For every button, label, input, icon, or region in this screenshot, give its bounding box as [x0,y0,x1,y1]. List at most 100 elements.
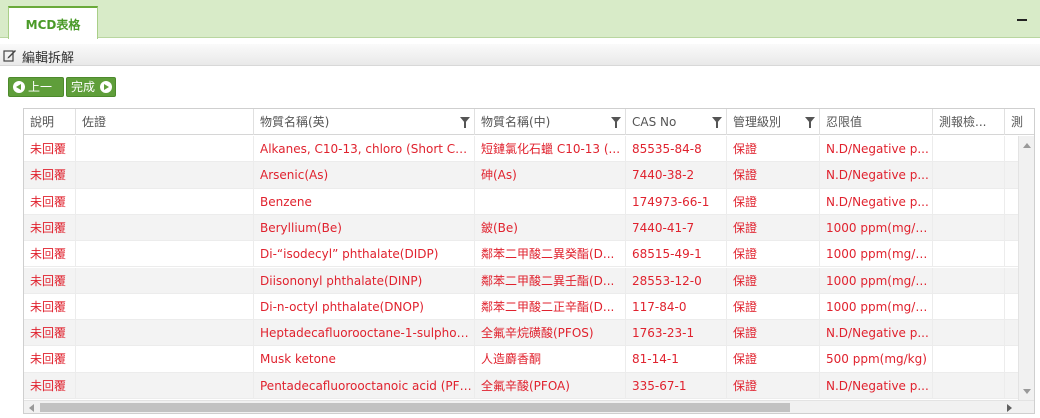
cell-substance-en[interactable]: Benzene [254,188,475,215]
table-row[interactable]: 未回覆 Benzene 174973-66-1 保證 N.D/Negative p... [24,188,1020,215]
cell-substance-zh[interactable]: 鄰苯二甲酸二正辛酯(D... [475,293,626,320]
cell-cas-no[interactable]: 81-14-1 [626,346,727,373]
col-header-test-report[interactable]: 測報檢... [933,109,1005,135]
cell-limit[interactable]: 1000 ppm(mg/kg) [820,214,933,241]
cell-limit[interactable]: N.D/Negative p... [820,320,933,347]
cell-test-report[interactable] [933,320,1005,347]
cell-description[interactable]: 未回覆 [24,267,76,294]
cell-test-report[interactable] [933,136,1005,162]
cell-evidence[interactable] [76,267,254,294]
filter-icon[interactable] [712,117,722,128]
cell-control-level[interactable]: 保證 [727,346,820,373]
cell-description[interactable]: 未回覆 [24,162,76,189]
cell-cas-no[interactable]: 7440-41-7 [626,214,727,241]
cell-test-report[interactable] [933,267,1005,294]
table-row[interactable]: 未回覆 Beryllium(Be) 鈹(Be) 7440-41-7 保證 1000 ppm… [24,214,1020,242]
cell-limit[interactable]: N.D/Negative p... [820,162,933,189]
table-row[interactable]: 未回覆 Di-“isodecyl” phthalate(DIDP) 鄰苯二甲酸二異癸… [24,241,1020,268]
cell-substance-en[interactable]: Musk ketone [254,346,475,373]
cell-control-level[interactable]: 保證 [727,293,820,320]
scroll-up-icon[interactable] [1023,143,1031,148]
cell-control-level[interactable]: 保證 [727,162,820,189]
cell-evidence[interactable] [76,346,254,373]
cell-control-level[interactable]: 保證 [727,241,820,268]
cell-substance-zh[interactable]: 砷(As) [475,162,626,189]
col-header-cas-no[interactable]: CAS No [626,109,727,135]
col-header-limit[interactable]: 忍限值 [820,109,933,135]
horizontal-scrollbar[interactable] [24,400,1034,413]
col-header-overflow[interactable]: 測 [1005,109,1034,135]
cell-substance-zh[interactable]: 短鏈氯化石蠟 C10-13 (... [475,136,626,162]
cell-cas-no[interactable]: 28553-12-0 [626,267,727,294]
cell-cas-no[interactable]: 68515-49-1 [626,241,727,268]
cell-cas-no[interactable]: 117-84-0 [626,293,727,320]
minimize-icon[interactable] [1012,11,1034,29]
cell-test-report[interactable] [933,372,1005,399]
cell-cas-no[interactable]: 174973-66-1 [626,188,727,215]
cell-evidence[interactable] [76,136,254,162]
vertical-scrollbar[interactable] [1018,136,1034,401]
table-row[interactable]: 未回覆 Pentadecafluorooctanoic acid (PFOA) 全氟… [24,372,1020,399]
cell-substance-zh[interactable]: 人造麝香酮 [475,346,626,373]
cell-cas-no[interactable]: 335-67-1 [626,372,727,399]
cell-substance-en[interactable]: Pentadecafluorooctanoic acid (PFOA) [254,372,475,399]
filter-icon[interactable] [805,117,815,128]
table-row[interactable]: 未回覆 Di-n-octyl phthalate(DNOP) 鄰苯二甲酸二正辛酯(D… [24,293,1020,321]
cell-evidence[interactable] [76,241,254,268]
cell-cas-no[interactable]: 7440-38-2 [626,162,727,189]
cell-test-report[interactable] [933,214,1005,241]
cell-control-level[interactable]: 保證 [727,136,820,162]
cell-control-level[interactable]: 保證 [727,188,820,215]
cell-substance-zh[interactable]: 全氟辛烷磺酸(PFOS) [475,320,626,347]
cell-test-report[interactable] [933,241,1005,268]
cell-cas-no[interactable]: 85535-84-8 [626,136,727,162]
cell-description[interactable]: 未回覆 [24,214,76,241]
table-row[interactable]: 未回覆 Musk ketone 人造麝香酮 81-14-1 保證 500 ppm(mg/k… [24,346,1020,373]
scroll-thumb[interactable] [40,403,790,412]
cell-control-level[interactable]: 保證 [727,320,820,347]
cell-evidence[interactable] [76,293,254,320]
cell-evidence[interactable] [76,320,254,347]
cell-control-level[interactable]: 保證 [727,267,820,294]
cell-substance-zh[interactable]: 鈹(Be) [475,214,626,241]
cell-cas-no[interactable]: 1763-23-1 [626,320,727,347]
cell-test-report[interactable] [933,293,1005,320]
cell-limit[interactable]: N.D/Negative p... [820,188,933,215]
cell-substance-en[interactable]: Diisononyl phthalate(DINP) [254,267,475,294]
col-header-evidence[interactable]: 佐證 [76,109,254,135]
cell-description[interactable]: 未回覆 [24,241,76,268]
cell-substance-en[interactable]: Arsenic(As) [254,162,475,189]
cell-evidence[interactable] [76,162,254,189]
cell-substance-zh[interactable]: 全氟辛酸(PFOA) [475,372,626,399]
cell-description[interactable]: 未回覆 [24,320,76,347]
cell-substance-en[interactable]: Heptadecafluorooctane-1-sulphonic ... [254,320,475,347]
cell-limit[interactable]: 1000 ppm(mg/kg) [820,293,933,320]
scroll-down-icon[interactable] [1023,389,1031,394]
cell-test-report[interactable] [933,346,1005,373]
table-row[interactable]: 未回覆 Heptadecafluorooctane-1-sulphonic ...… [24,320,1020,347]
cell-evidence[interactable] [76,188,254,215]
cell-evidence[interactable] [76,214,254,241]
col-header-substance-zh[interactable]: 物質名稱(中) [475,109,626,135]
cell-evidence[interactable] [76,372,254,399]
cell-limit[interactable]: 1000 ppm(mg/kg) [820,241,933,268]
cell-limit[interactable]: N.D/Negative p... [820,136,933,162]
cell-description[interactable]: 未回覆 [24,346,76,373]
scroll-right-icon[interactable] [1007,404,1012,412]
col-header-substance-en[interactable]: 物質名稱(英) [254,109,475,135]
cell-substance-zh[interactable] [475,188,626,215]
tab-mcd-table[interactable]: MCD表格 [8,6,98,39]
cell-substance-en[interactable]: Di-n-octyl phthalate(DNOP) [254,293,475,320]
cell-substance-en[interactable]: Beryllium(Be) [254,214,475,241]
cell-test-report[interactable] [933,162,1005,189]
cell-description[interactable]: 未回覆 [24,293,76,320]
cell-limit[interactable]: 500 ppm(mg/kg) [820,346,933,373]
table-row[interactable]: 未回覆 Alkanes, C10-13, chloro (Short Chai..… [24,136,1020,163]
cell-substance-zh[interactable]: 鄰苯二甲酸二異癸酯(D... [475,241,626,268]
filter-icon[interactable] [460,117,470,128]
cell-substance-zh[interactable]: 鄰苯二甲酸二異壬酯(D... [475,267,626,294]
cell-limit[interactable]: N.D/Negative p... [820,372,933,399]
col-header-control-level[interactable]: 管理級別 [727,109,820,135]
cell-description[interactable]: 未回覆 [24,372,76,399]
prev-step-button[interactable]: 上一步 [8,77,64,112]
